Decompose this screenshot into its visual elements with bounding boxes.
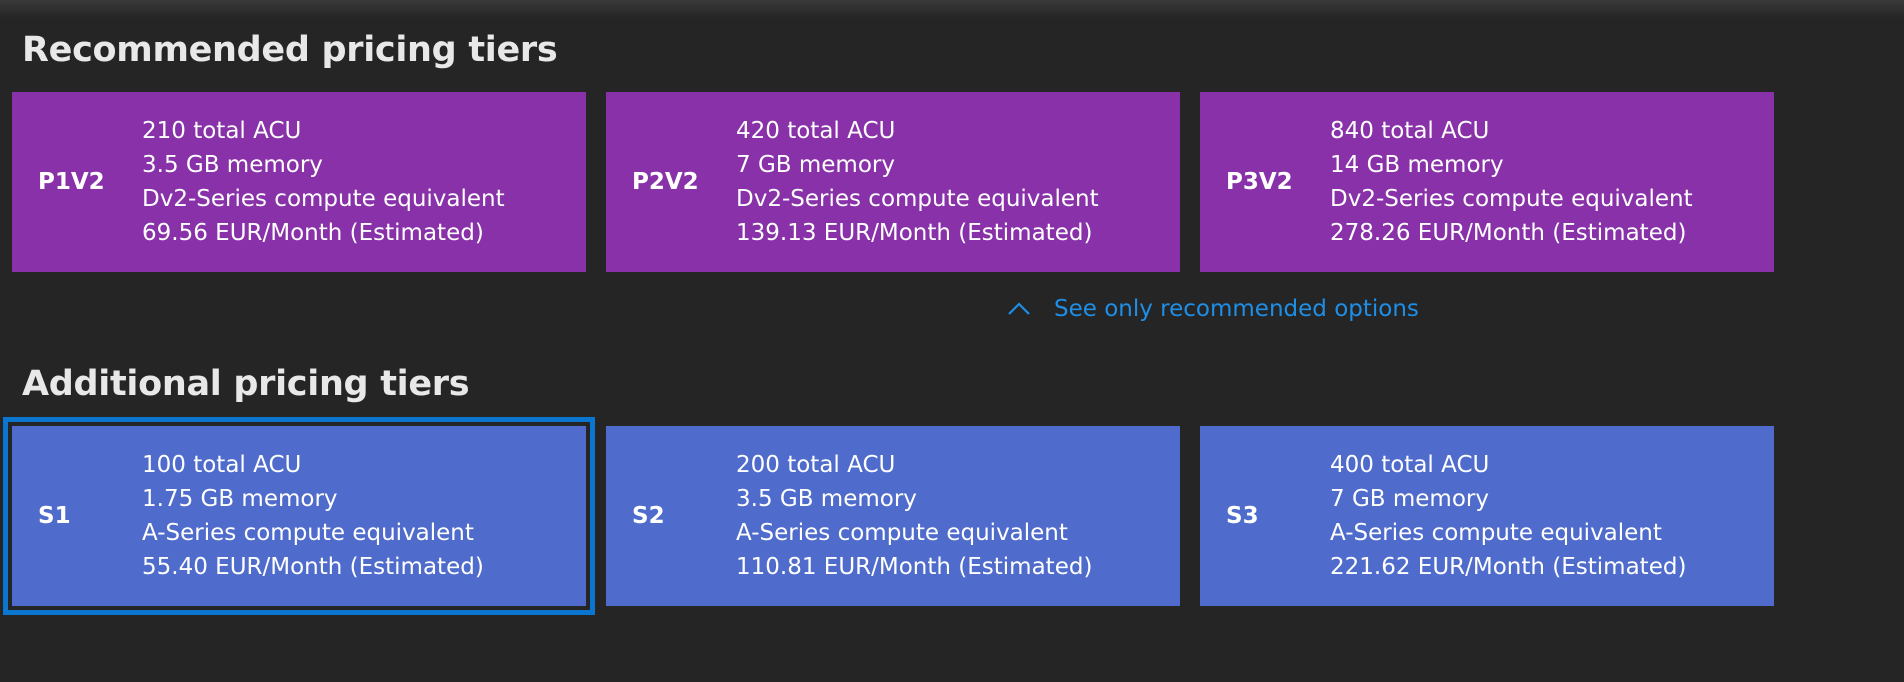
tier-price: 69.56 EUR/Month (Estimated) bbox=[142, 220, 484, 246]
tier-name: S2 bbox=[632, 503, 665, 529]
tier-memory: 7 GB memory bbox=[736, 152, 895, 178]
tier-card-p3v2[interactable]: P3V2 840 total ACU 14 GB memory Dv2-Seri… bbox=[1200, 92, 1774, 272]
tier-price: 221.62 EUR/Month (Estimated) bbox=[1330, 554, 1687, 580]
tier-memory: 3.5 GB memory bbox=[736, 486, 917, 512]
tier-price: 110.81 EUR/Month (Estimated) bbox=[736, 554, 1093, 580]
tier-memory: 1.75 GB memory bbox=[142, 486, 338, 512]
tier-acu: 200 total ACU bbox=[736, 452, 896, 478]
tier-price: 139.13 EUR/Month (Estimated) bbox=[736, 220, 1093, 246]
tier-acu: 100 total ACU bbox=[142, 452, 302, 478]
tier-compute: A-Series compute equivalent bbox=[1330, 520, 1662, 546]
cut-off-heading-right bbox=[1210, 666, 1490, 682]
tier-name: S3 bbox=[1226, 503, 1259, 529]
tier-card-p2v2[interactable]: P2V2 420 total ACU 7 GB memory Dv2-Serie… bbox=[606, 92, 1180, 272]
tier-price: 55.40 EUR/Month (Estimated) bbox=[142, 554, 484, 580]
tier-name: P3V2 bbox=[1226, 169, 1293, 195]
tier-name: S1 bbox=[38, 503, 71, 529]
tier-compute: A-Series compute equivalent bbox=[142, 520, 474, 546]
see-recommended-options-label: See only recommended options bbox=[1054, 296, 1419, 322]
tier-acu: 840 total ACU bbox=[1330, 118, 1490, 144]
tier-acu: 400 total ACU bbox=[1330, 452, 1490, 478]
tier-name: P1V2 bbox=[38, 169, 105, 195]
tier-acu: 420 total ACU bbox=[736, 118, 896, 144]
chevron-up-icon bbox=[1008, 302, 1030, 315]
tier-memory: 7 GB memory bbox=[1330, 486, 1489, 512]
cut-off-heading-left bbox=[10, 666, 240, 682]
tier-compute: Dv2-Series compute equivalent bbox=[1330, 186, 1693, 212]
tier-card-s1[interactable]: S1 100 total ACU 1.75 GB memory A-Series… bbox=[3, 417, 595, 615]
tier-price: 278.26 EUR/Month (Estimated) bbox=[1330, 220, 1687, 246]
tier-card-p1v2[interactable]: P1V2 210 total ACU 3.5 GB memory Dv2-Ser… bbox=[12, 92, 586, 272]
pricing-tier-page: Recommended pricing tiers P1V2 210 total… bbox=[0, 0, 1904, 682]
tier-memory: 14 GB memory bbox=[1330, 152, 1504, 178]
additional-section-title: Additional pricing tiers bbox=[22, 364, 470, 404]
tier-compute: Dv2-Series compute equivalent bbox=[142, 186, 505, 212]
top-shadow bbox=[0, 0, 1904, 18]
tier-card-s3[interactable]: S3 400 total ACU 7 GB memory A-Series co… bbox=[1200, 426, 1774, 606]
tier-memory: 3.5 GB memory bbox=[142, 152, 323, 178]
tier-compute: Dv2-Series compute equivalent bbox=[736, 186, 1099, 212]
see-recommended-options-link[interactable]: See only recommended options bbox=[1006, 292, 1419, 326]
tier-name: P2V2 bbox=[632, 169, 699, 195]
tier-card-s2[interactable]: S2 200 total ACU 3.5 GB memory A-Series … bbox=[606, 426, 1180, 606]
recommended-section-title: Recommended pricing tiers bbox=[22, 30, 558, 70]
tier-acu: 210 total ACU bbox=[142, 118, 302, 144]
tier-compute: A-Series compute equivalent bbox=[736, 520, 1068, 546]
